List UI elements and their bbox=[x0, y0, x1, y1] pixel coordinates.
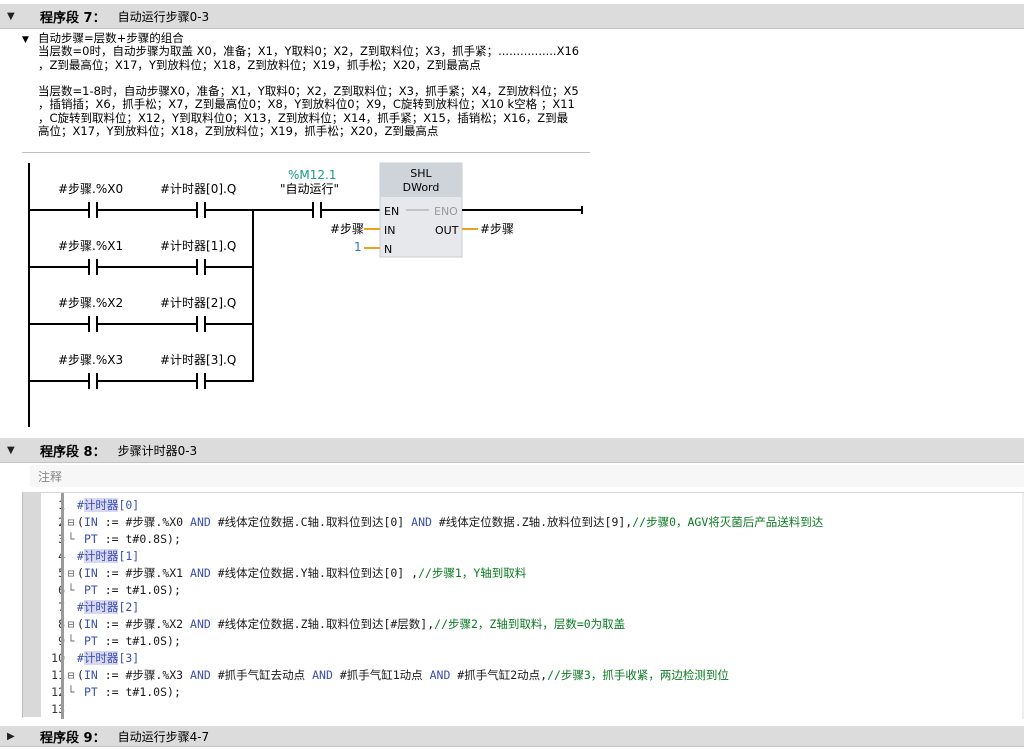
contact-operand[interactable]: #计时器[2].Q bbox=[160, 296, 236, 310]
code-comment[interactable]: //步骤0，AGV将灭菌后产品送料到达 bbox=[632, 515, 823, 529]
segment-title: 程序段 7： bbox=[40, 10, 106, 26]
ladder-network: #步骤.%X0 #计时器[0].Q #步骤.%X1 #计时器[1].Q #步骤.… bbox=[28, 162, 583, 427]
contact-operand[interactable]: #计时器[1].Q bbox=[160, 239, 236, 253]
segment-title: 程序段 8： bbox=[40, 444, 106, 460]
fold-guide bbox=[65, 650, 77, 667]
collapse-triangle-icon[interactable]: ▼ bbox=[7, 11, 17, 22]
shl-block[interactable]: SHL DWord EN ENO IN OUT N bbox=[379, 162, 463, 258]
pin-eno: ENO bbox=[434, 205, 458, 218]
contact-operand[interactable]: #步骤.%X1 bbox=[58, 239, 123, 253]
code-line[interactable]: 1 #计时器[0] bbox=[41, 497, 139, 514]
code-text[interactable]: PT := t#1.0S); bbox=[77, 583, 181, 597]
fold-toggle-icon[interactable]: ⊟ bbox=[65, 616, 77, 633]
fold-guide bbox=[65, 599, 77, 616]
contact-operand[interactable]: #计时器[0].Q bbox=[160, 182, 236, 196]
fold-guide: └ bbox=[67, 532, 75, 546]
code-text[interactable]: #计时器[1] bbox=[77, 549, 139, 563]
pin-en: EN bbox=[384, 205, 399, 218]
n-operand[interactable]: 1 bbox=[354, 240, 362, 254]
segment-comment[interactable]: ▼ 自动步骤=层数+步骤的组合 当层数=0时，自动步骤为取盖 X0，准备；X1，… bbox=[22, 31, 590, 152]
segment-description[interactable]: 自动运行步骤4-7 bbox=[118, 728, 210, 745]
code-line[interactable]: 10 #计时器[3] bbox=[41, 650, 139, 667]
code-text[interactable]: (IN := #步骤.%X2 AND #线体定位数据.Z轴.取料位到达[#层数]… bbox=[77, 617, 434, 631]
out-operand[interactable]: #步骤 bbox=[480, 222, 514, 236]
scl-code-editor[interactable]: 1 #计时器[0]2⊟(IN := #步骤.%X0 AND #线体定位数据.C轴… bbox=[22, 492, 1024, 719]
code-text[interactable]: PT := t#1.0S); bbox=[77, 685, 181, 699]
code-line[interactable]: 7 #计时器[2] bbox=[41, 599, 139, 616]
code-text[interactable]: (IN := #步骤.%X3 AND #抓手气缸去动点 AND #抓手气缸1动点… bbox=[77, 668, 547, 682]
rung-3: #步骤.%X3 #计时器[3].Q bbox=[29, 353, 253, 389]
fold-toggle-icon[interactable]: ⊟ bbox=[65, 565, 77, 582]
fold-guide: └ bbox=[67, 685, 75, 699]
gutter-divider bbox=[61, 493, 64, 719]
in-operand[interactable]: #步骤 bbox=[330, 222, 364, 236]
editor-gutter bbox=[23, 493, 41, 717]
code-comment[interactable]: //步骤3，抓手收紧，两边检测到位 bbox=[547, 668, 729, 682]
collapse-triangle-icon[interactable]: ▼ bbox=[7, 445, 17, 456]
rung-2: #步骤.%X2 #计时器[2].Q bbox=[29, 296, 253, 332]
code-line[interactable]: 8⊟(IN := #步骤.%X2 AND #线体定位数据.Z轴.取料位到达[#层… bbox=[41, 616, 625, 633]
comment-divider bbox=[22, 152, 590, 153]
block-name: SHL bbox=[410, 167, 432, 180]
segment-9-header[interactable]: ▶ 程序段 9： 自动运行步骤4-7 bbox=[0, 726, 1024, 747]
fold-toggle-icon[interactable]: ⊟ bbox=[65, 667, 77, 684]
comment-collapse-icon[interactable]: ▼ bbox=[22, 34, 29, 47]
fold-toggle-icon[interactable]: ⊟ bbox=[65, 514, 77, 531]
fold-guide bbox=[65, 701, 77, 718]
fold-guide: └ bbox=[67, 634, 75, 648]
pin-in: IN bbox=[384, 224, 395, 237]
comment-text[interactable]: 自动步骤=层数+步骤的组合 当层数=0时，自动步骤为取盖 X0，准备；X1，Y取… bbox=[38, 31, 590, 138]
pin-out: OUT bbox=[435, 224, 459, 237]
segment-7-header[interactable]: ▼ 程序段 7： 自动运行步骤0-3 bbox=[0, 4, 1024, 29]
code-text[interactable]: PT := t#0.8S); bbox=[77, 532, 181, 546]
code-text[interactable]: (IN := #步骤.%X0 AND #线体定位数据.C轴.取料位到达[0] A… bbox=[77, 515, 632, 529]
expand-triangle-icon[interactable]: ▶ bbox=[7, 731, 17, 742]
fold-guide bbox=[65, 497, 77, 514]
segment-description[interactable]: 步骤计时器0-3 bbox=[118, 442, 198, 459]
code-text[interactable]: #计时器[3] bbox=[77, 651, 139, 665]
contact-operand[interactable]: #计时器[3].Q bbox=[160, 353, 236, 367]
segment-comment-input[interactable]: 注释 bbox=[30, 465, 1024, 487]
code-line[interactable]: 4 #计时器[1] bbox=[41, 548, 139, 565]
contact-address[interactable]: %M12.1 bbox=[288, 168, 336, 182]
rung-0: #步骤.%X0 #计时器[0].Q bbox=[29, 182, 313, 218]
contact-operand[interactable]: #步骤.%X0 bbox=[58, 182, 123, 196]
block-type[interactable]: DWord bbox=[403, 181, 440, 194]
contact-operand[interactable]: #步骤.%X2 bbox=[58, 296, 123, 310]
code-comment[interactable]: //步骤2，Z轴到取料，层数=0为取盖 bbox=[434, 617, 625, 631]
contact-symbol[interactable]: "自动运行" bbox=[280, 182, 339, 196]
code-text[interactable]: PT := t#1.0S); bbox=[77, 634, 181, 648]
fold-guide: └ bbox=[67, 583, 75, 597]
code-line[interactable]: 5⊟(IN := #步骤.%X1 AND #线体定位数据.Y轴.取料位到达[0]… bbox=[41, 565, 526, 582]
code-comment[interactable]: //步骤1，Y轴到取料 bbox=[418, 566, 526, 580]
code-text[interactable]: #计时器[0] bbox=[77, 498, 139, 512]
segment-8-header[interactable]: ▼ 程序段 8： 步骤计时器0-3 bbox=[0, 438, 1024, 463]
code-text[interactable]: #计时器[2] bbox=[77, 600, 139, 614]
segment-title: 程序段 9： bbox=[40, 730, 106, 746]
fold-guide bbox=[65, 548, 77, 565]
rung-1: #步骤.%X1 #计时器[1].Q bbox=[29, 239, 253, 275]
code-line[interactable]: 13 bbox=[41, 701, 77, 718]
code-text[interactable]: (IN := #步骤.%X1 AND #线体定位数据.Y轴.取料位到达[0] , bbox=[77, 566, 418, 580]
pin-n: N bbox=[384, 243, 392, 256]
contact-operand[interactable]: #步骤.%X3 bbox=[58, 353, 123, 367]
code-line[interactable]: 2⊟(IN := #步骤.%X0 AND #线体定位数据.C轴.取料位到达[0]… bbox=[41, 514, 823, 531]
segment-description[interactable]: 自动运行步骤0-3 bbox=[118, 8, 210, 25]
code-line[interactable]: 11 ⊟ (IN := #步骤.%X3 AND #抓手气缸去动点 AND #抓手气缸… bbox=[41, 667, 729, 684]
